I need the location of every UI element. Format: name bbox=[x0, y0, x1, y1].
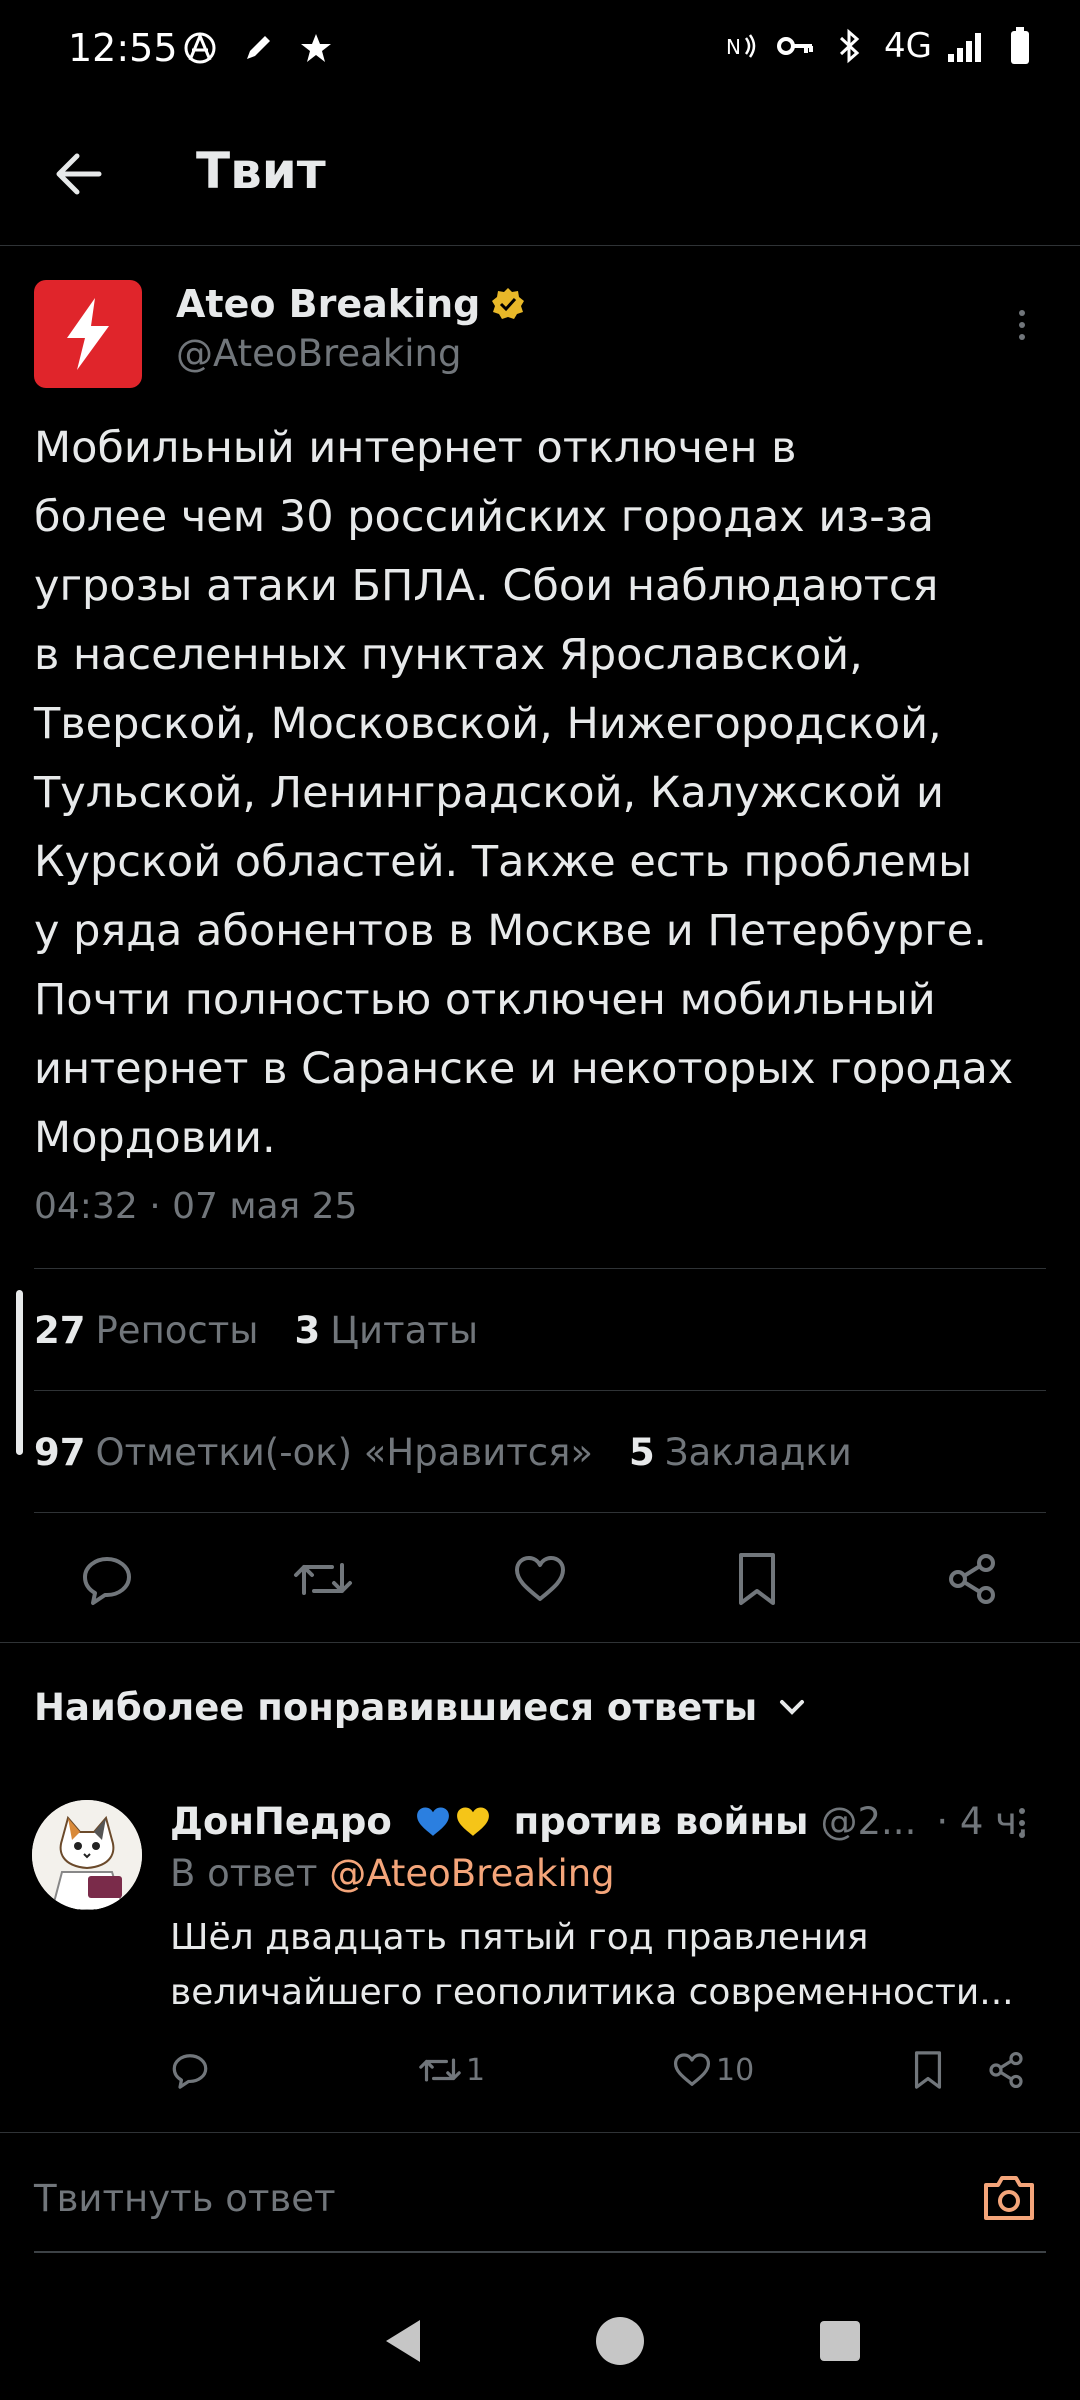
reply-action-bar: 1 10 bbox=[170, 2040, 1050, 2100]
retweet-button[interactable] bbox=[288, 1544, 358, 1614]
bookmark-icon bbox=[914, 2051, 942, 2089]
divider bbox=[34, 1512, 1046, 1513]
circle-home-icon bbox=[596, 2317, 644, 2365]
status-bar: 12:55 N 4G bbox=[0, 0, 1080, 100]
camera-button[interactable] bbox=[974, 2163, 1044, 2233]
reply-input[interactable]: Твитнуть ответ bbox=[34, 2177, 336, 2220]
dot bbox=[1019, 1820, 1025, 1826]
status-time: 12:55 bbox=[68, 26, 178, 70]
replies-sort-dropdown[interactable]: Наиболее понравившиеся ответы bbox=[34, 1686, 807, 1729]
reply-avatar[interactable] bbox=[32, 1800, 142, 1910]
likes-stat[interactable]: 97 Отметки(-ок) «Нравится» bbox=[34, 1431, 593, 1474]
nav-home-button[interactable] bbox=[585, 2306, 655, 2376]
divider bbox=[0, 1642, 1080, 1643]
reply-share-button[interactable] bbox=[986, 2040, 1026, 2100]
compose-reply-bar: Твитнуть ответ bbox=[0, 2132, 1080, 2262]
cat-avatar-icon bbox=[32, 1800, 142, 1910]
bookmark-icon bbox=[739, 1553, 775, 1605]
reply-more-options-button[interactable] bbox=[1002, 1800, 1042, 1846]
arrow-left-icon bbox=[56, 153, 102, 195]
reply-bookmark-button[interactable] bbox=[912, 2040, 944, 2100]
dot bbox=[1019, 1832, 1025, 1838]
dot bbox=[1019, 334, 1025, 340]
chevron-down-icon bbox=[780, 1699, 805, 1715]
square-recents-icon bbox=[820, 2321, 860, 2361]
reply-like-count: 10 bbox=[716, 2052, 755, 2088]
like-button[interactable] bbox=[505, 1544, 575, 1614]
retweet-icon bbox=[419, 2058, 461, 2082]
dot bbox=[1019, 322, 1025, 328]
key-icon bbox=[776, 26, 816, 66]
lightning-logo-icon bbox=[67, 298, 109, 370]
tweet-timestamp: 04:32 · 07 мая 25 bbox=[34, 1186, 358, 1227]
reply-header: ДонПедро против войны @2... · 4 ч. bbox=[170, 1796, 1050, 1846]
reply-retweet-button[interactable]: 1 bbox=[418, 2040, 485, 2100]
yellow-heart-icon bbox=[456, 1806, 489, 1836]
author-name[interactable]: Ateo Breaking bbox=[176, 282, 480, 326]
scroll-indicator[interactable] bbox=[16, 1290, 23, 1455]
divider bbox=[34, 1268, 1046, 1269]
reply-author-name[interactable]: ДонПедро против войны bbox=[170, 1800, 809, 1843]
tweet-text: Мобильный интернет отключен в более чем … bbox=[34, 423, 1014, 1163]
share-icon bbox=[989, 2051, 1023, 2089]
star-icon bbox=[296, 28, 336, 68]
replies-section-title: Наиболее понравившиеся ответы bbox=[34, 1686, 758, 1729]
stats-row-reposts: 27 Репосты 3 Цитаты bbox=[34, 1270, 478, 1390]
bookmarks-stat[interactable]: 5 Закладки bbox=[629, 1431, 852, 1474]
reposts-stat[interactable]: 27 Репосты bbox=[34, 1309, 259, 1352]
share-button[interactable] bbox=[937, 1544, 1007, 1614]
reply-retweet-count: 1 bbox=[466, 2052, 486, 2088]
network-type: 4G bbox=[884, 26, 932, 66]
heart-icon bbox=[673, 2053, 711, 2086]
heart-icon bbox=[515, 1556, 565, 1601]
reply-icon bbox=[172, 2054, 208, 2089]
reply-to-mention[interactable]: @AteoBreaking bbox=[329, 1852, 614, 1895]
dot bbox=[1019, 1808, 1025, 1814]
reply-author-handle[interactable]: @2... bbox=[821, 1800, 917, 1843]
back-button[interactable] bbox=[40, 136, 116, 212]
camera-icon bbox=[984, 2176, 1034, 2220]
top-bar: Твит bbox=[0, 100, 1080, 246]
reply-icon bbox=[83, 1557, 131, 1605]
system-nav-bar bbox=[0, 2280, 1080, 2400]
nav-back-button[interactable] bbox=[368, 2306, 438, 2376]
tweet-action-bar bbox=[0, 1514, 1080, 1644]
battery-icon bbox=[1000, 26, 1040, 66]
verified-badge-icon bbox=[492, 288, 525, 319]
triangle-back-icon bbox=[386, 2320, 420, 2362]
page-title: Твит bbox=[196, 142, 326, 200]
anarchy-icon bbox=[180, 28, 220, 68]
input-underline bbox=[34, 2251, 1046, 2253]
nav-recents-button[interactable] bbox=[805, 2306, 875, 2376]
author-name-row[interactable]: Ateo Breaking bbox=[176, 282, 526, 326]
share-icon bbox=[949, 1554, 995, 1604]
bookmark-button[interactable] bbox=[722, 1544, 792, 1614]
bluetooth-icon bbox=[830, 26, 870, 66]
pencil-icon bbox=[238, 28, 278, 68]
dot bbox=[1019, 310, 1025, 316]
nfc-icon: N bbox=[722, 26, 762, 66]
signal-icon bbox=[946, 26, 986, 66]
svg-text:N: N bbox=[726, 35, 741, 59]
retweet-icon bbox=[294, 1563, 352, 1595]
reply-like-button[interactable]: 10 bbox=[672, 2040, 754, 2100]
more-options-button[interactable] bbox=[1002, 300, 1042, 350]
reply-text[interactable]: Шёл двадцать пятый год правления величай… bbox=[170, 1910, 1020, 2020]
author-avatar[interactable] bbox=[34, 280, 142, 388]
stats-row-likes: 97 Отметки(-ок) «Нравится» 5 Закладки bbox=[34, 1392, 852, 1512]
reply-to-line: В ответ @AteoBreaking bbox=[170, 1852, 615, 1895]
quotes-stat[interactable]: 3 Цитаты bbox=[295, 1309, 479, 1352]
reply-button[interactable] bbox=[72, 1544, 142, 1614]
divider bbox=[34, 1390, 1046, 1391]
reply-reply-button[interactable] bbox=[170, 2040, 210, 2100]
author-handle[interactable]: @AteoBreaking bbox=[176, 332, 461, 375]
blue-heart-icon bbox=[416, 1806, 449, 1836]
